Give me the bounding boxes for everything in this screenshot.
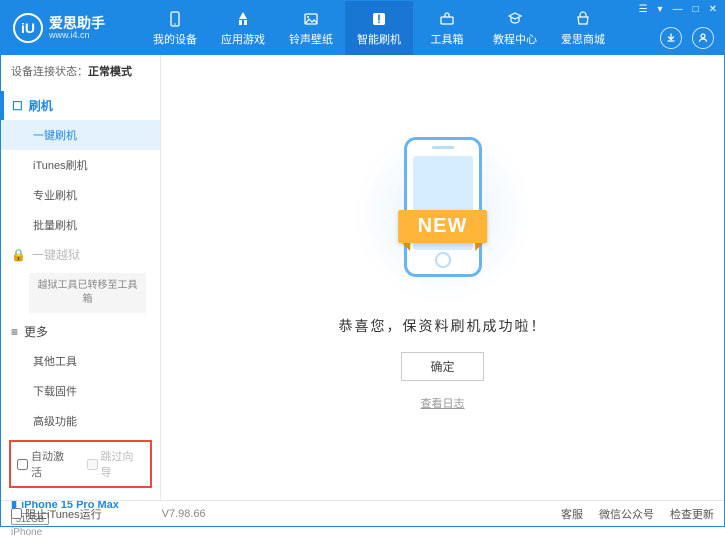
checkbox-auto-activate[interactable]: 自动激活 xyxy=(17,448,75,480)
footer-support[interactable]: 客服 xyxy=(561,506,583,522)
top-nav: 我的设备 应用游戏 铃声壁纸 智能刷机 工具箱 教程中心 xyxy=(141,1,617,55)
connection-status: 设备连接状态：正常模式 xyxy=(1,55,160,87)
logo-url: www.i4.cn xyxy=(49,30,105,40)
app-header: iU 爱思助手 www.i4.cn 我的设备 应用游戏 铃声壁纸 智能刷机 xyxy=(1,1,724,55)
checkbox-block-itunes[interactable]: 阻止iTunes运行 xyxy=(11,506,102,522)
nav-label: 铃声壁纸 xyxy=(289,31,333,47)
sidebar-section-jailbreak: 🔒 一键越狱 xyxy=(1,240,160,269)
sidebar-item-itunes-flash[interactable]: iTunes刷机 xyxy=(1,150,160,180)
checkbox-skip-guide[interactable]: 跳过向导 xyxy=(87,448,145,480)
nav-label: 爱思商城 xyxy=(561,31,605,47)
success-message: 恭喜您，保资料刷机成功啦！ xyxy=(339,316,547,336)
lock-icon: 🔒 xyxy=(11,248,26,262)
user-button[interactable] xyxy=(692,27,714,49)
footer: 阻止iTunes运行 V7.98.66 客服 微信公众号 检查更新 xyxy=(1,500,724,526)
apps-icon xyxy=(234,10,252,28)
sidebar-item-download-firmware[interactable]: 下载固件 xyxy=(1,376,160,406)
nav-toolbox[interactable]: 工具箱 xyxy=(413,1,481,55)
app-logo: iU 爱思助手 www.i4.cn xyxy=(1,13,141,43)
download-button[interactable] xyxy=(660,27,682,49)
sidebar-item-oneclick-flash[interactable]: 一键刷机 xyxy=(1,120,160,150)
nav-store[interactable]: 爱思商城 xyxy=(549,1,617,55)
options-highlight-box: 自动激活 跳过向导 xyxy=(9,440,152,488)
sidebar-item-other-tools[interactable]: 其他工具 xyxy=(1,346,160,376)
device-type: iPhone xyxy=(11,527,150,538)
new-ribbon: NEW xyxy=(398,210,488,243)
nav-my-device[interactable]: 我的设备 xyxy=(141,1,209,55)
nav-label: 教程中心 xyxy=(493,31,537,47)
success-illustration: NEW xyxy=(353,124,533,304)
nav-label: 应用游戏 xyxy=(221,31,265,47)
device-icon xyxy=(166,10,184,28)
nav-ringtones-wallpapers[interactable]: 铃声壁纸 xyxy=(277,1,345,55)
view-log-link[interactable]: 查看日志 xyxy=(421,395,465,411)
sidebar: 设备连接状态：正常模式 ☐ 刷机 一键刷机 iTunes刷机 专业刷机 批量刷机… xyxy=(1,55,161,500)
nav-label: 智能刷机 xyxy=(357,31,401,47)
store-icon xyxy=(574,10,592,28)
jailbreak-moved-note: 越狱工具已转移至工具箱 xyxy=(29,273,146,313)
menu-icon[interactable]: ☰ xyxy=(636,3,651,16)
flash-icon xyxy=(370,10,388,28)
nav-label: 我的设备 xyxy=(153,31,197,47)
footer-check-update[interactable]: 检查更新 xyxy=(670,506,714,522)
close-icon[interactable]: ✕ xyxy=(706,3,720,16)
sidebar-item-pro-flash[interactable]: 专业刷机 xyxy=(1,180,160,210)
main-content: NEW 恭喜您，保资料刷机成功啦！ 确定 查看日志 xyxy=(161,55,724,500)
nav-tutorials[interactable]: 教程中心 xyxy=(481,1,549,55)
tool-icon[interactable]: ▾ xyxy=(655,3,666,16)
nav-label: 工具箱 xyxy=(431,31,464,47)
toolbox-icon xyxy=(438,10,456,28)
window-controls: ☰ ▾ — □ ✕ xyxy=(636,3,720,16)
flash-section-icon: ☐ xyxy=(12,99,23,113)
sidebar-section-more[interactable]: ≡ 更多 xyxy=(1,317,160,346)
version-label: V7.98.66 xyxy=(162,508,206,520)
maximize-icon[interactable]: □ xyxy=(690,3,702,16)
tutorial-icon xyxy=(506,10,524,28)
more-icon: ≡ xyxy=(11,325,18,339)
sidebar-item-advanced[interactable]: 高级功能 xyxy=(1,406,160,436)
footer-wechat[interactable]: 微信公众号 xyxy=(599,506,654,522)
logo-title: 爱思助手 xyxy=(49,16,105,30)
media-icon xyxy=(302,10,320,28)
sidebar-section-flash[interactable]: ☐ 刷机 xyxy=(1,91,160,120)
ok-button[interactable]: 确定 xyxy=(401,352,483,381)
nav-apps-games[interactable]: 应用游戏 xyxy=(209,1,277,55)
minimize-icon[interactable]: — xyxy=(670,3,686,16)
nav-smart-flash[interactable]: 智能刷机 xyxy=(345,1,413,55)
sidebar-item-batch-flash[interactable]: 批量刷机 xyxy=(1,210,160,240)
logo-icon: iU xyxy=(13,13,43,43)
